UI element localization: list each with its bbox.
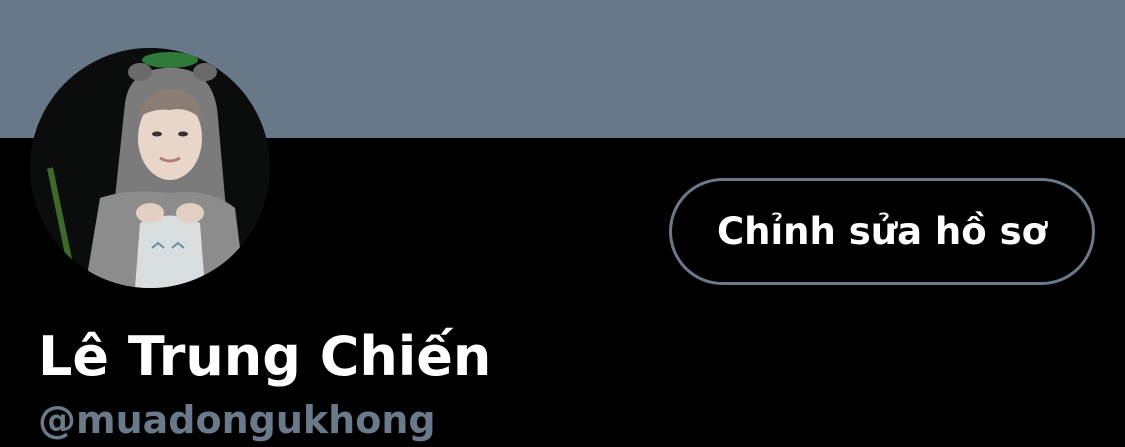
avatar-photo bbox=[30, 48, 270, 288]
edit-profile-button[interactable]: Chỉnh sửa hồ sơ bbox=[669, 178, 1095, 285]
edit-profile-button-label: Chỉnh sửa hồ sơ bbox=[716, 210, 1048, 253]
profile-handle: @muadongukhong bbox=[38, 398, 436, 442]
profile-display-name: Lê Trung Chiến bbox=[38, 325, 492, 388]
avatar[interactable] bbox=[30, 48, 270, 288]
profile-header: Chỉnh sửa hồ sơ Lê Trung Chiến @muadongu… bbox=[0, 0, 1125, 447]
